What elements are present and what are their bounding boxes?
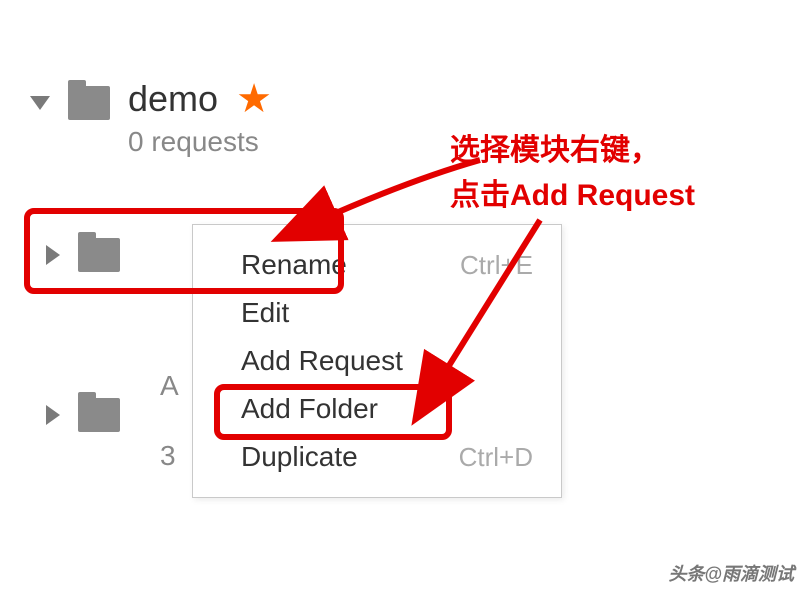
menu-label: Edit [241,297,289,329]
collection-title[interactable]: demo [128,78,218,120]
folder-label-a: A [160,370,179,402]
annotation-line-2: 点击Add Request [450,173,695,218]
expand-icon[interactable] [46,245,60,265]
annotation-line-1: 选择模块右键， [450,128,695,173]
collapse-icon[interactable] [30,96,50,110]
folder-sub-count: 3 [160,440,176,472]
menu-label: Duplicate [241,441,358,473]
collection-subtitle: 0 requests [128,126,272,158]
menu-shortcut: Ctrl+E [460,250,533,281]
folder-icon [68,86,110,120]
context-menu: Rename Ctrl+E Edit Add Request Add Folde… [192,224,562,498]
star-icon[interactable]: ★ [236,79,272,119]
menu-item-add-folder[interactable]: Add Folder [193,385,561,433]
folder-icon [78,238,120,272]
watermark: 头条@雨滴测试 [668,560,794,586]
annotation-text: 选择模块右键， 点击Add Request [450,128,695,218]
menu-label: Add Folder [241,393,378,425]
menu-label: Add Request [241,345,403,377]
collection-row[interactable]: demo ★ 0 requests [30,78,272,158]
expand-icon[interactable] [46,405,60,425]
menu-item-rename[interactable]: Rename Ctrl+E [193,241,561,289]
collection-text: demo ★ 0 requests [128,78,272,158]
subfolder-row[interactable] [46,238,120,272]
menu-label: Rename [241,249,347,281]
menu-item-add-request[interactable]: Add Request [193,337,561,385]
menu-item-duplicate[interactable]: Duplicate Ctrl+D [193,433,561,481]
menu-shortcut: Ctrl+D [459,442,533,473]
subfolder-row-2[interactable] [46,398,120,432]
menu-item-edit[interactable]: Edit [193,289,561,337]
folder-icon [78,398,120,432]
